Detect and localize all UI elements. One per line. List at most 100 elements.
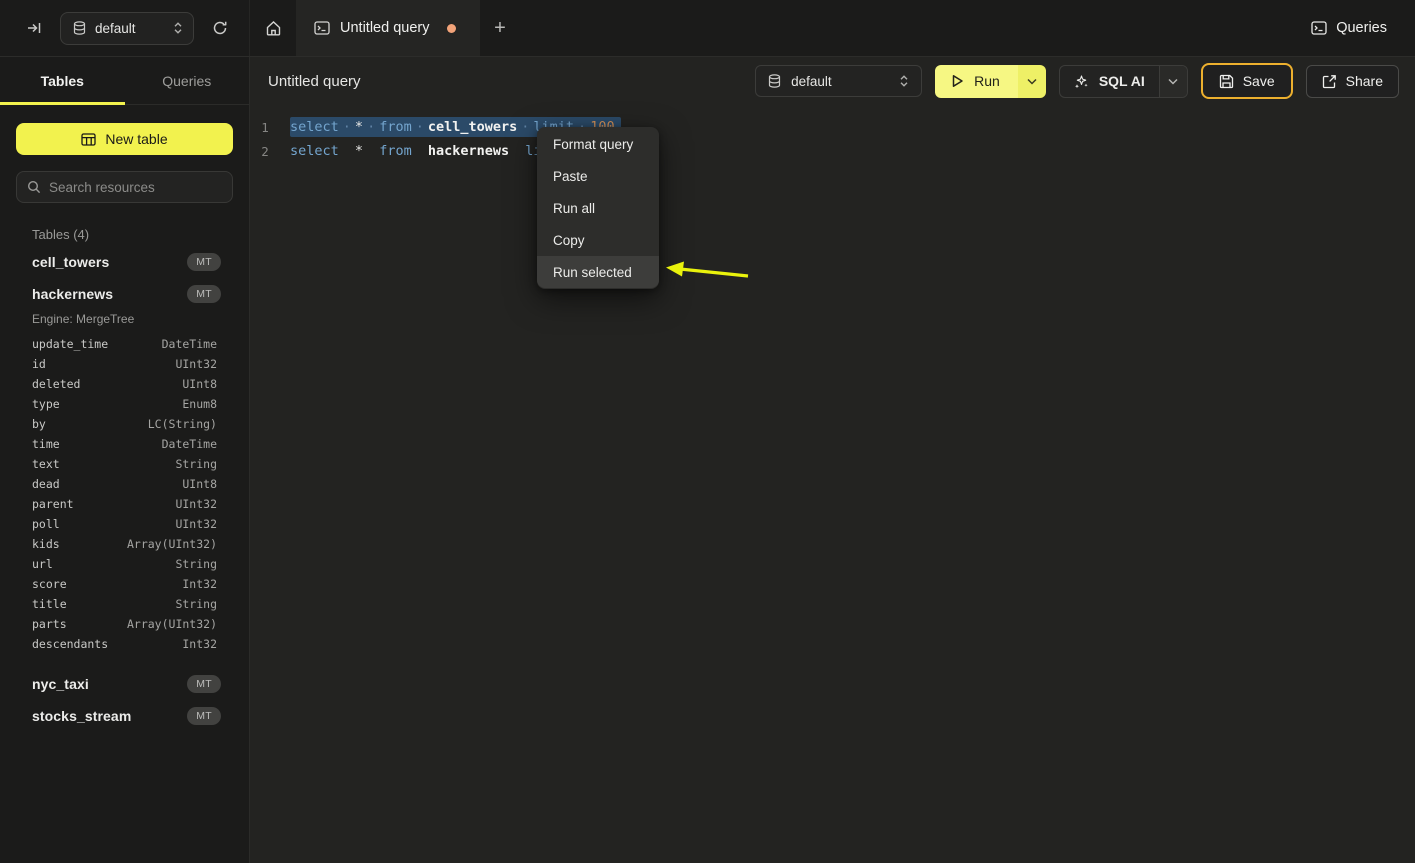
collapse-sidebar-icon bbox=[26, 20, 42, 36]
top-bar: default bbox=[0, 0, 1415, 57]
search-box bbox=[16, 171, 233, 203]
column-row: descendants Int32 bbox=[16, 634, 233, 654]
token-kw: from bbox=[379, 119, 412, 135]
token-ident: hackernews bbox=[428, 143, 509, 159]
table-item-stocks_stream[interactable]: stocks_stream MT bbox=[16, 700, 233, 732]
table-item-hackernews[interactable]: hackernewsMT bbox=[16, 278, 233, 310]
app-window: default bbox=[0, 0, 1415, 863]
context-menu-item-paste[interactable]: Paste bbox=[537, 160, 659, 192]
query-title: Untitled query bbox=[268, 73, 742, 90]
column-type: UInt32 bbox=[175, 517, 217, 531]
whitespace bbox=[412, 143, 428, 159]
table-item-cell_towers[interactable]: cell_towersMT bbox=[16, 246, 233, 278]
home-button[interactable] bbox=[250, 0, 296, 56]
table-item-nyc_taxi[interactable]: nyc_taxiMT bbox=[16, 668, 233, 700]
engine-badge: MT bbox=[187, 675, 221, 693]
share-icon bbox=[1322, 74, 1337, 89]
column-row: typeEnum8 bbox=[16, 394, 233, 414]
whitespace bbox=[339, 143, 355, 159]
run-label: Run bbox=[974, 73, 1000, 89]
column-type: Array(UInt32) bbox=[127, 537, 217, 551]
token-op: * bbox=[355, 119, 363, 135]
tab-strip: Untitled query + bbox=[250, 0, 1311, 56]
context-menu-item-run-all[interactable]: Run all bbox=[537, 192, 659, 224]
queries-button[interactable]: Queries bbox=[1311, 20, 1387, 36]
topbar-right: Queries bbox=[1311, 0, 1415, 56]
save-button[interactable]: Save bbox=[1201, 63, 1293, 99]
column-row: title String bbox=[16, 594, 233, 614]
column-row: kidsArray(UInt32) bbox=[16, 534, 233, 554]
run-button-main[interactable]: Run bbox=[935, 65, 1018, 98]
tab-untitled-query[interactable]: Untitled query bbox=[296, 0, 480, 56]
sql-editor[interactable]: 1select·*·from·cell_towers·limit·1002sel… bbox=[250, 105, 1415, 863]
save-icon bbox=[1219, 74, 1234, 89]
table-name: stocks_stream bbox=[32, 708, 131, 724]
query-database-selector[interactable]: default bbox=[755, 65, 922, 97]
main-panel: Untitled query default bbox=[250, 57, 1415, 863]
column-name: descendants bbox=[32, 637, 108, 651]
column-name: title bbox=[32, 597, 67, 611]
column-type: Int32 bbox=[182, 637, 217, 651]
new-table-label: New table bbox=[105, 131, 167, 147]
column-name: text bbox=[32, 457, 60, 471]
column-type: UInt8 bbox=[182, 477, 217, 491]
whitespace: · bbox=[412, 119, 428, 135]
context-menu-item-run-selected[interactable]: Run selected bbox=[537, 256, 659, 288]
column-row: by LC(String) bbox=[16, 414, 233, 434]
sql-ai-button[interactable]: SQL AI bbox=[1059, 65, 1188, 98]
column-type: LC(String) bbox=[148, 417, 217, 431]
save-label: Save bbox=[1243, 73, 1275, 89]
topbar-left: default bbox=[0, 0, 250, 56]
database-icon bbox=[73, 21, 86, 36]
queries-label: Queries bbox=[1336, 20, 1387, 36]
sql-ai-main[interactable]: SQL AI bbox=[1060, 66, 1159, 97]
context-menu-item-format-query[interactable]: Format query bbox=[537, 128, 659, 160]
updown-chevron-icon bbox=[899, 74, 909, 88]
column-type: UInt8 bbox=[182, 377, 217, 391]
engine-badge: MT bbox=[187, 707, 221, 725]
token-kw: from bbox=[379, 143, 412, 159]
run-button[interactable]: Run bbox=[935, 65, 1046, 98]
new-tab-button[interactable]: + bbox=[480, 0, 520, 56]
sidebar-tab-tables[interactable]: Tables bbox=[0, 57, 125, 104]
sparkles-icon bbox=[1074, 74, 1089, 89]
play-icon bbox=[951, 74, 964, 88]
context-menu-item-copy[interactable]: Copy bbox=[537, 224, 659, 256]
share-button[interactable]: Share bbox=[1306, 65, 1399, 98]
unsaved-changes-dot bbox=[447, 24, 456, 33]
plus-icon: + bbox=[494, 17, 506, 39]
new-table-button[interactable]: New table bbox=[16, 123, 233, 155]
collapse-sidebar-button[interactable] bbox=[22, 16, 46, 40]
refresh-button[interactable] bbox=[208, 16, 232, 40]
column-type: DateTime bbox=[162, 437, 217, 451]
column-row: time DateTime bbox=[16, 434, 233, 454]
line-tokens: select * from hackernews limit bbox=[290, 143, 566, 159]
column-name: parent bbox=[32, 497, 74, 511]
sql-ai-caret[interactable] bbox=[1159, 66, 1187, 97]
tables-list: cell_towersMThackernewsMTEngine: MergeTr… bbox=[16, 246, 233, 732]
column-row: update_timeDateTime bbox=[16, 334, 233, 354]
sidebar-tabs: Tables Queries bbox=[0, 57, 249, 105]
column-name: time bbox=[32, 437, 60, 451]
sidebar-content: New table Tables (4) cell_towersMThacker… bbox=[0, 105, 249, 732]
column-row: textString bbox=[16, 454, 233, 474]
column-name: by bbox=[32, 417, 46, 431]
token-kw: select bbox=[290, 119, 339, 135]
query-database-value: default bbox=[791, 74, 889, 89]
sidebar: Tables Queries New table bbox=[0, 57, 250, 863]
search-input[interactable] bbox=[49, 180, 222, 195]
column-type: String bbox=[175, 597, 217, 611]
column-name: update_time bbox=[32, 337, 108, 351]
column-type: UInt32 bbox=[175, 357, 217, 371]
table-name: hackernews bbox=[32, 286, 113, 302]
column-name: url bbox=[32, 557, 53, 571]
column-type: UInt32 bbox=[175, 497, 217, 511]
database-selector[interactable]: default bbox=[60, 12, 194, 45]
columns-gap bbox=[16, 654, 233, 668]
code-line[interactable]: 1select·*·from·cell_towers·limit·100 bbox=[250, 115, 1415, 139]
run-options-caret[interactable] bbox=[1018, 65, 1046, 98]
token-kw: select bbox=[290, 143, 339, 159]
code-line[interactable]: 2select * from hackernews limit bbox=[250, 139, 1415, 163]
sidebar-tab-queries[interactable]: Queries bbox=[125, 57, 250, 104]
column-row: deletedUInt8 bbox=[16, 374, 233, 394]
